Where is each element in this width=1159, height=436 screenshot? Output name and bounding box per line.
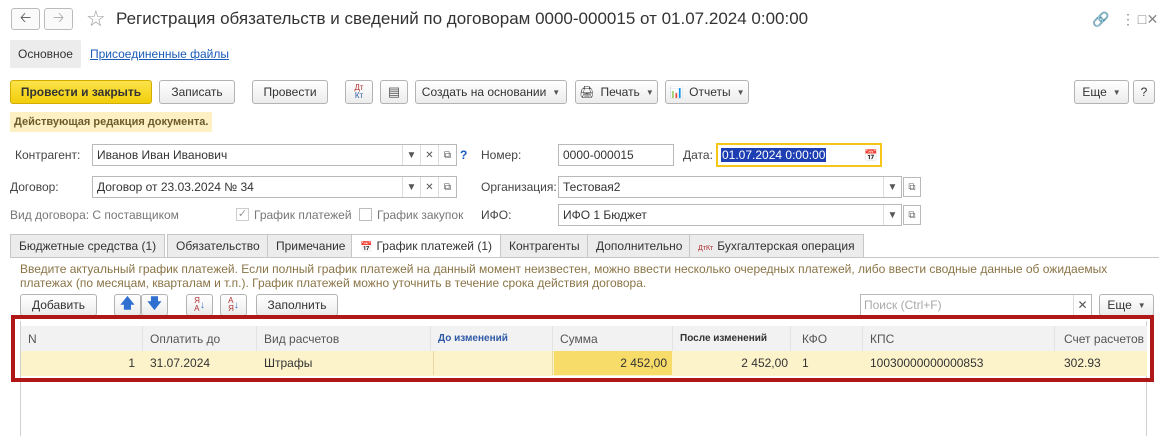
forward-button[interactable]: 🡢 [44, 8, 73, 30]
tab-budget-funds[interactable]: Бюджетные средства (1) [10, 234, 166, 257]
chevron-down-icon: ▼ [1137, 300, 1146, 310]
payment-schedule-checkbox[interactable]: ✓ [236, 208, 249, 221]
tab-obligation[interactable]: Обязательство [167, 234, 269, 257]
calendar-icon: 📅 [360, 242, 373, 253]
arrow-up-icon: 🡅 [120, 295, 135, 311]
number-field[interactable]: 0000-000015 [558, 144, 674, 166]
search-input[interactable]: Поиск (Ctrl+F) ✕ [860, 294, 1092, 316]
report-icon: 📊 [669, 86, 684, 99]
sort-desc-button[interactable]: А Я ↓ [220, 294, 247, 316]
chevron-down-icon: ▼ [645, 87, 654, 97]
help-button[interactable]: ? [1133, 80, 1155, 104]
clear-icon[interactable]: ✕ [420, 177, 438, 197]
chevron-down-icon: ▼ [552, 87, 561, 97]
chevron-down-icon: ▼ [736, 87, 745, 97]
printer-icon: 🖨 [579, 85, 595, 99]
arrow-left-icon: 🡠 [19, 9, 32, 25]
purchase-schedule-label: График закупок [377, 208, 464, 222]
column-header-kfo[interactable]: КФО [797, 326, 863, 352]
print-button[interactable]: 🖨 Печать ▼ [575, 80, 658, 104]
move-up-button[interactable]: 🡅 [114, 294, 141, 316]
column-header-account[interactable]: Счет расчетов [1059, 326, 1147, 352]
calendar-icon[interactable]: 📅 [862, 149, 880, 162]
cell-n[interactable]: 1 [21, 351, 140, 375]
cell-kps[interactable]: 10030000000000853 [865, 351, 1055, 375]
post-button[interactable]: Провести [252, 80, 328, 104]
tab-additional[interactable]: Дополнительно [587, 234, 692, 257]
open-icon[interactable]: ⧉ [438, 145, 456, 165]
arrow-right-icon: 🡢 [52, 9, 65, 25]
cell-sum[interactable]: 2 452,00 [554, 351, 672, 375]
clear-icon[interactable]: ✕ [420, 145, 438, 165]
dropdown-chevron-icon[interactable]: ▼ [402, 145, 420, 165]
date-label: Дата: [683, 148, 713, 162]
column-header-kind[interactable]: Вид расчетов [259, 326, 431, 352]
dropdown-chevron-icon[interactable]: ▼ [883, 205, 901, 225]
column-header-n[interactable]: N [23, 326, 143, 352]
window-title: Регистрация обязательств и сведений по д… [116, 9, 809, 28]
dt-kt-icon: ДтКт [698, 245, 714, 252]
cell-kfo[interactable]: 1 [797, 351, 863, 375]
table-more-button[interactable]: Еще ▼ [1099, 294, 1154, 316]
cell-account[interactable]: 302.93 [1059, 351, 1147, 375]
chevron-down-icon: ▼ [1112, 87, 1121, 97]
tab-strip-line [10, 257, 1159, 258]
section-main[interactable]: Основное [10, 40, 81, 68]
open-organization-icon[interactable]: ⧉ [903, 177, 921, 197]
dropdown-chevron-icon[interactable]: ▼ [402, 177, 420, 197]
payment-schedule-label: График платежей [254, 208, 352, 222]
date-field[interactable]: 01.07.2024 0:00:00 📅 [716, 143, 882, 167]
organization-field[interactable]: Тестовая2 ▼ [558, 176, 902, 198]
move-down-button[interactable]: 🡇 [141, 294, 168, 316]
cell-before-changes[interactable] [433, 351, 553, 375]
clear-search-icon[interactable]: ✕ [1073, 295, 1091, 315]
contractor-field[interactable]: Иванов Иван Иванович ▼ ✕ ⧉ [92, 144, 457, 166]
column-header-pay-by[interactable]: Оплатить до [145, 326, 257, 352]
fill-button[interactable]: Заполнить [256, 294, 338, 316]
reports-button[interactable]: 📊 Отчеты ▼ [665, 80, 749, 104]
tab-note[interactable]: Примечание [267, 234, 355, 257]
dt-kt-icon: ДтКт [354, 83, 364, 100]
organization-label: Организация: [481, 180, 557, 194]
contractor-label: Контрагент: [15, 148, 81, 162]
save-button[interactable]: Записать [159, 80, 235, 104]
dropdown-chevron-icon[interactable]: ▼ [883, 177, 901, 197]
purchase-schedule-checkbox[interactable] [359, 208, 372, 221]
ifo-label: ИФО: [481, 208, 512, 222]
column-header-after-changes[interactable]: После изменений [675, 326, 791, 352]
column-header-before-changes[interactable]: До изменений [433, 326, 553, 352]
contract-label: Договор: [10, 180, 59, 194]
open-ifo-icon[interactable]: ⧉ [903, 205, 921, 225]
document-list-icon: ▤ [387, 84, 401, 99]
cell-after-changes[interactable]: 2 452,00 [675, 351, 793, 375]
tab-accounting-operation[interactable]: ДтКт Бухгалтерская операция [689, 234, 864, 257]
list-button[interactable]: ▤ [380, 80, 408, 104]
back-button[interactable]: 🡠 [11, 8, 40, 30]
edition-notice: Действующая редакция документа. [10, 112, 213, 132]
column-header-sum[interactable]: Сумма [555, 326, 673, 352]
contract-type-text: Вид договора: С поставщиком [10, 208, 179, 222]
ifo-field[interactable]: ИФО 1 Бюджет ▼ [558, 204, 902, 226]
sort-asc-button[interactable]: Я А ↓ [186, 294, 213, 316]
column-header-kps[interactable]: КПС [865, 326, 1055, 352]
section-files-link[interactable]: Присоединенные файлы [90, 47, 229, 61]
cell-pay-by[interactable]: 31.07.2024 [145, 351, 257, 375]
star-icon[interactable]: ☆ [86, 6, 106, 32]
tab-payment-schedule[interactable]: 📅 График платежей (1) [351, 234, 501, 258]
open-icon[interactable]: ⧉ [438, 177, 456, 197]
dt-kt-button[interactable]: Дт Кт [345, 80, 373, 104]
close-icon[interactable]: ✕ [1146, 8, 1159, 30]
tab-contractors[interactable]: Контрагенты [500, 234, 589, 257]
payment-schedule-hint: Введите актуальный график платежей. Если… [20, 262, 1108, 290]
add-row-button[interactable]: Добавить [20, 294, 97, 316]
number-label: Номер: [481, 148, 522, 162]
cell-kind[interactable]: Штрафы [259, 351, 431, 375]
create-based-on-button[interactable]: Создать на основании ▼ [415, 80, 567, 104]
arrow-down-icon: 🡇 [147, 295, 162, 311]
contract-field[interactable]: Договор от 23.03.2024 № 34 ▼ ✕ ⧉ [92, 176, 457, 198]
link-icon[interactable]: 🔗 [1090, 8, 1112, 30]
more-button[interactable]: Еще ▼ [1074, 80, 1129, 104]
help-icon[interactable]: ? [460, 148, 467, 162]
post-and-close-button[interactable]: Провести и закрыть [10, 80, 152, 104]
